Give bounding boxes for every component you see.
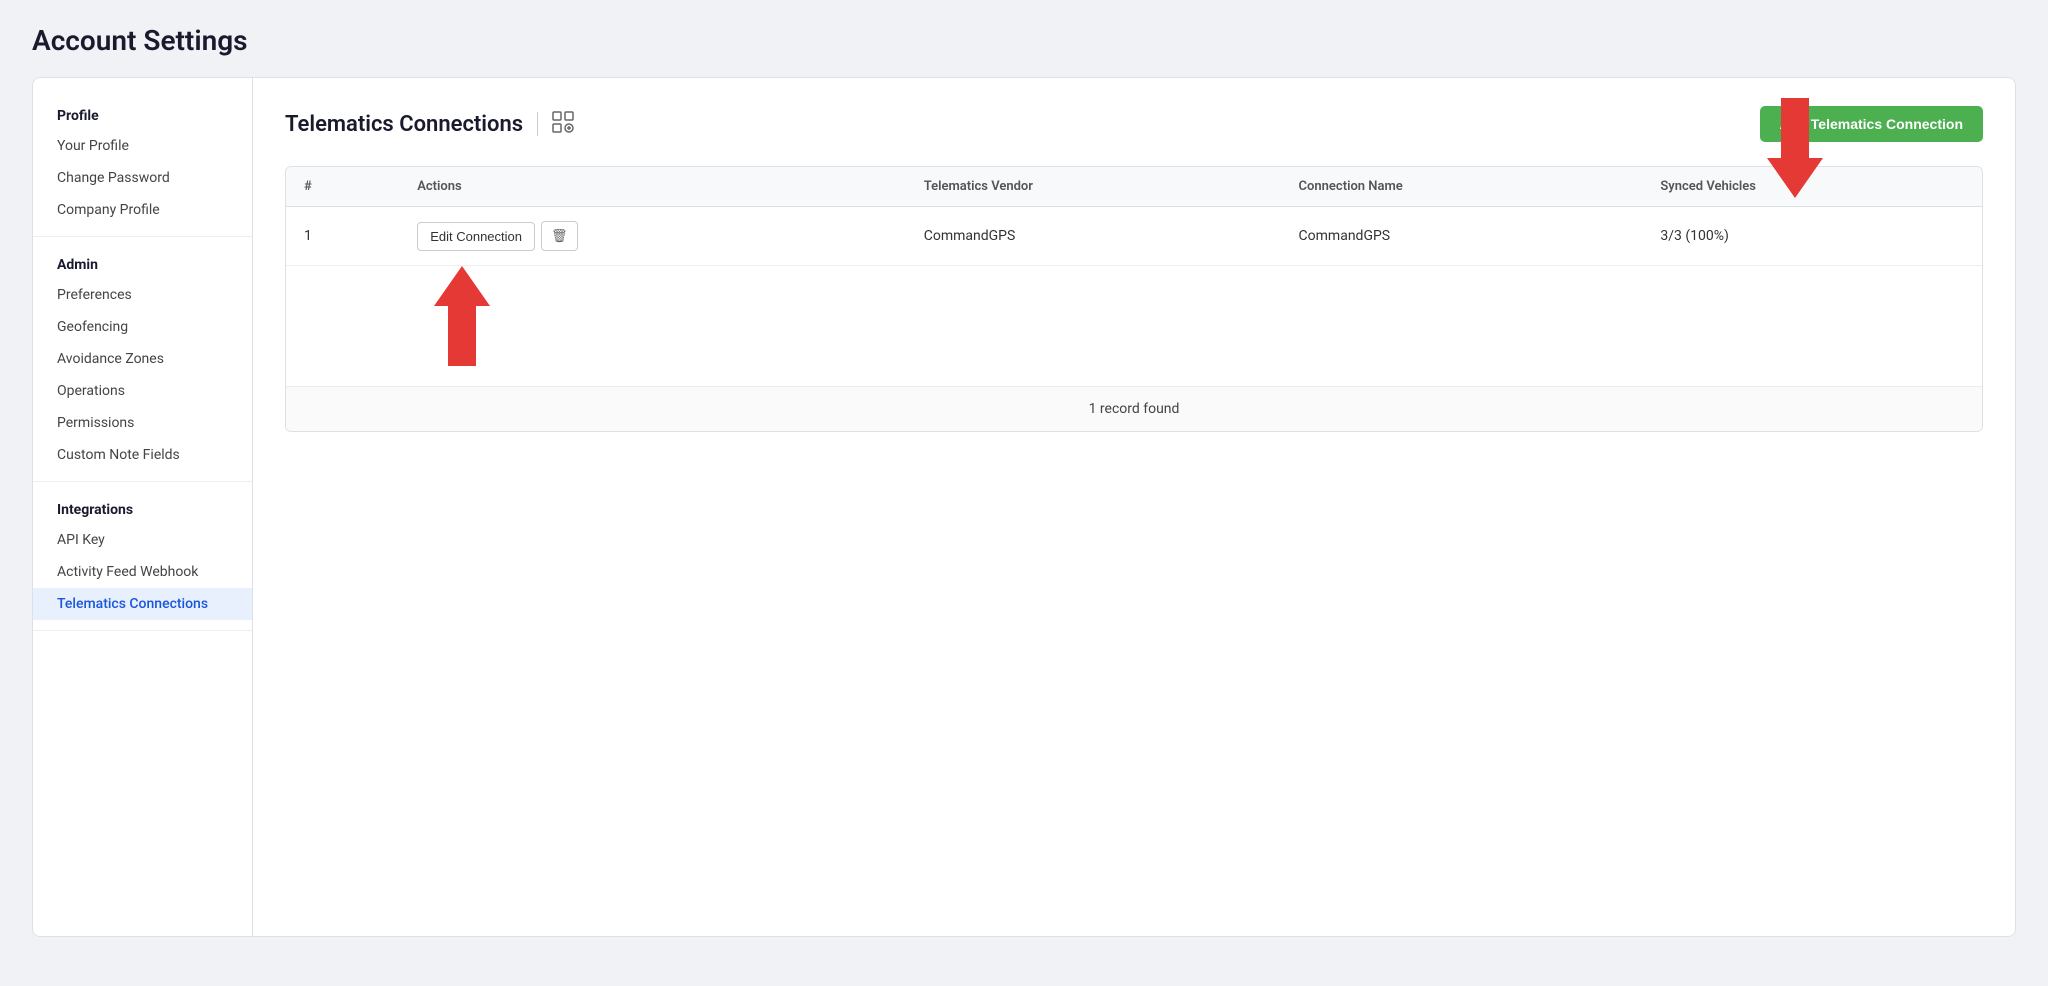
trash-icon: 🗑: [551, 228, 568, 243]
sidebar-item-operations[interactable]: Operations: [33, 375, 252, 407]
record-count: 1 record found: [286, 386, 1982, 431]
sidebar-item-activity-feed-webhook[interactable]: Activity Feed Webhook: [33, 556, 252, 588]
sidebar-item-avoidance-zones[interactable]: Avoidance Zones: [33, 343, 252, 375]
content-title: Telematics Connections: [285, 112, 523, 137]
page-title: Account Settings: [32, 24, 2016, 57]
delete-connection-button[interactable]: 🗑: [541, 221, 578, 251]
content-area: Telematics Connections Add Telematics Co…: [253, 78, 2015, 936]
content-title-area: Telematics Connections: [285, 111, 574, 138]
title-divider: [537, 112, 538, 136]
actions-cell: Edit Connection 🗑: [417, 221, 888, 251]
content-header: Telematics Connections Add Telematics Co…: [285, 106, 1983, 142]
add-button-arrow: [1767, 98, 1823, 198]
edit-button-arrow: [434, 266, 490, 366]
edit-connection-button[interactable]: Edit Connection: [417, 222, 535, 251]
col-connection-name: Connection Name: [1281, 167, 1643, 207]
col-actions: Actions: [399, 167, 906, 207]
row-vendor: CommandGPS: [906, 207, 1281, 266]
sidebar-item-telematics-connections[interactable]: Telematics Connections: [33, 588, 252, 620]
sidebar-divider-2: [33, 630, 252, 631]
sidebar-section-1: Admin: [33, 247, 252, 279]
sidebar-section-2: Integrations: [33, 492, 252, 524]
row-connection-name: CommandGPS: [1281, 207, 1643, 266]
telematics-icon: [552, 111, 574, 138]
col-vendor: Telematics Vendor: [906, 167, 1281, 207]
sidebar-item-custom-note-fields[interactable]: Custom Note Fields: [33, 439, 252, 471]
sidebar-item-company-profile[interactable]: Company Profile: [33, 194, 252, 226]
row-num: 1: [286, 207, 399, 266]
sidebar-item-change-password[interactable]: Change Password: [33, 162, 252, 194]
telematics-table-container: # Actions Telematics Vendor Connection N…: [285, 166, 1983, 432]
sidebar-section-0: Profile: [33, 98, 252, 130]
table-header-row: # Actions Telematics Vendor Connection N…: [286, 167, 1982, 207]
telematics-table: # Actions Telematics Vendor Connection N…: [286, 167, 1982, 266]
edit-arrow-spacer: [286, 266, 1982, 386]
main-card: ProfileYour ProfileChange PasswordCompan…: [32, 77, 2016, 937]
sidebar-item-api-key[interactable]: API Key: [33, 524, 252, 556]
sidebar-item-permissions[interactable]: Permissions: [33, 407, 252, 439]
sidebar-item-geofencing[interactable]: Geofencing: [33, 311, 252, 343]
sidebar-divider-0: [33, 236, 252, 237]
col-num: #: [286, 167, 399, 207]
sidebar-item-your-profile[interactable]: Your Profile: [33, 130, 252, 162]
sidebar: ProfileYour ProfileChange PasswordCompan…: [33, 78, 253, 936]
row-actions: Edit Connection 🗑: [399, 207, 906, 266]
sidebar-item-preferences[interactable]: Preferences: [33, 279, 252, 311]
table-row: 1 Edit Connection 🗑 CommandGPS CommandGP…: [286, 207, 1982, 266]
sidebar-divider-1: [33, 481, 252, 482]
row-synced-vehicles: 3/3 (100%): [1642, 207, 1982, 266]
